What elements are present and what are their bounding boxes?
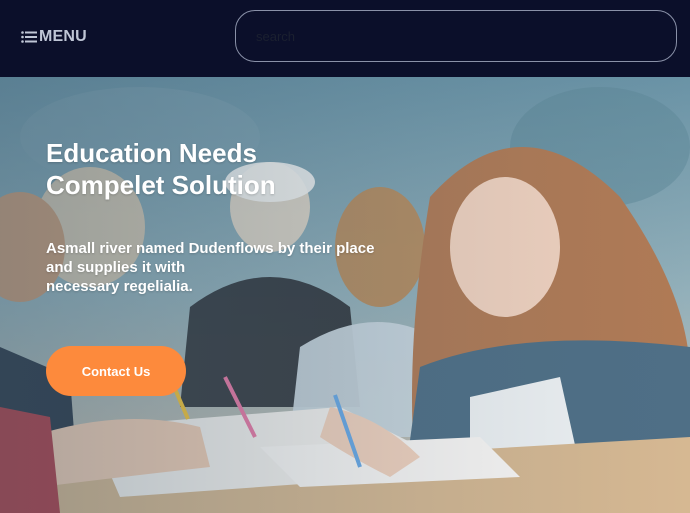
contact-us-button[interactable]: Contact Us	[46, 346, 186, 396]
hero-description: Asmall river named Dudenflows by their p…	[46, 239, 391, 296]
hero-title: Education Needs Compelet Solution	[46, 137, 366, 201]
hero-description-line: and supplies it with	[46, 259, 186, 276]
top-navbar: MENU	[0, 0, 690, 77]
menu-label: MENU	[39, 28, 87, 45]
hero-title-line: Education Needs	[46, 138, 257, 168]
search-input[interactable]	[235, 10, 677, 62]
hero-description-line: necessary regelialia.	[46, 278, 193, 295]
hero-section: Education Needs Compelet Solution Asmall…	[0, 77, 690, 513]
hero-title-line: Compelet Solution	[46, 170, 276, 200]
hero-description-line: Asmall river named Dudenflows by their p…	[46, 240, 375, 257]
menu-button[interactable]: MENU	[21, 26, 87, 48]
hamburger-menu-icon	[21, 31, 37, 43]
